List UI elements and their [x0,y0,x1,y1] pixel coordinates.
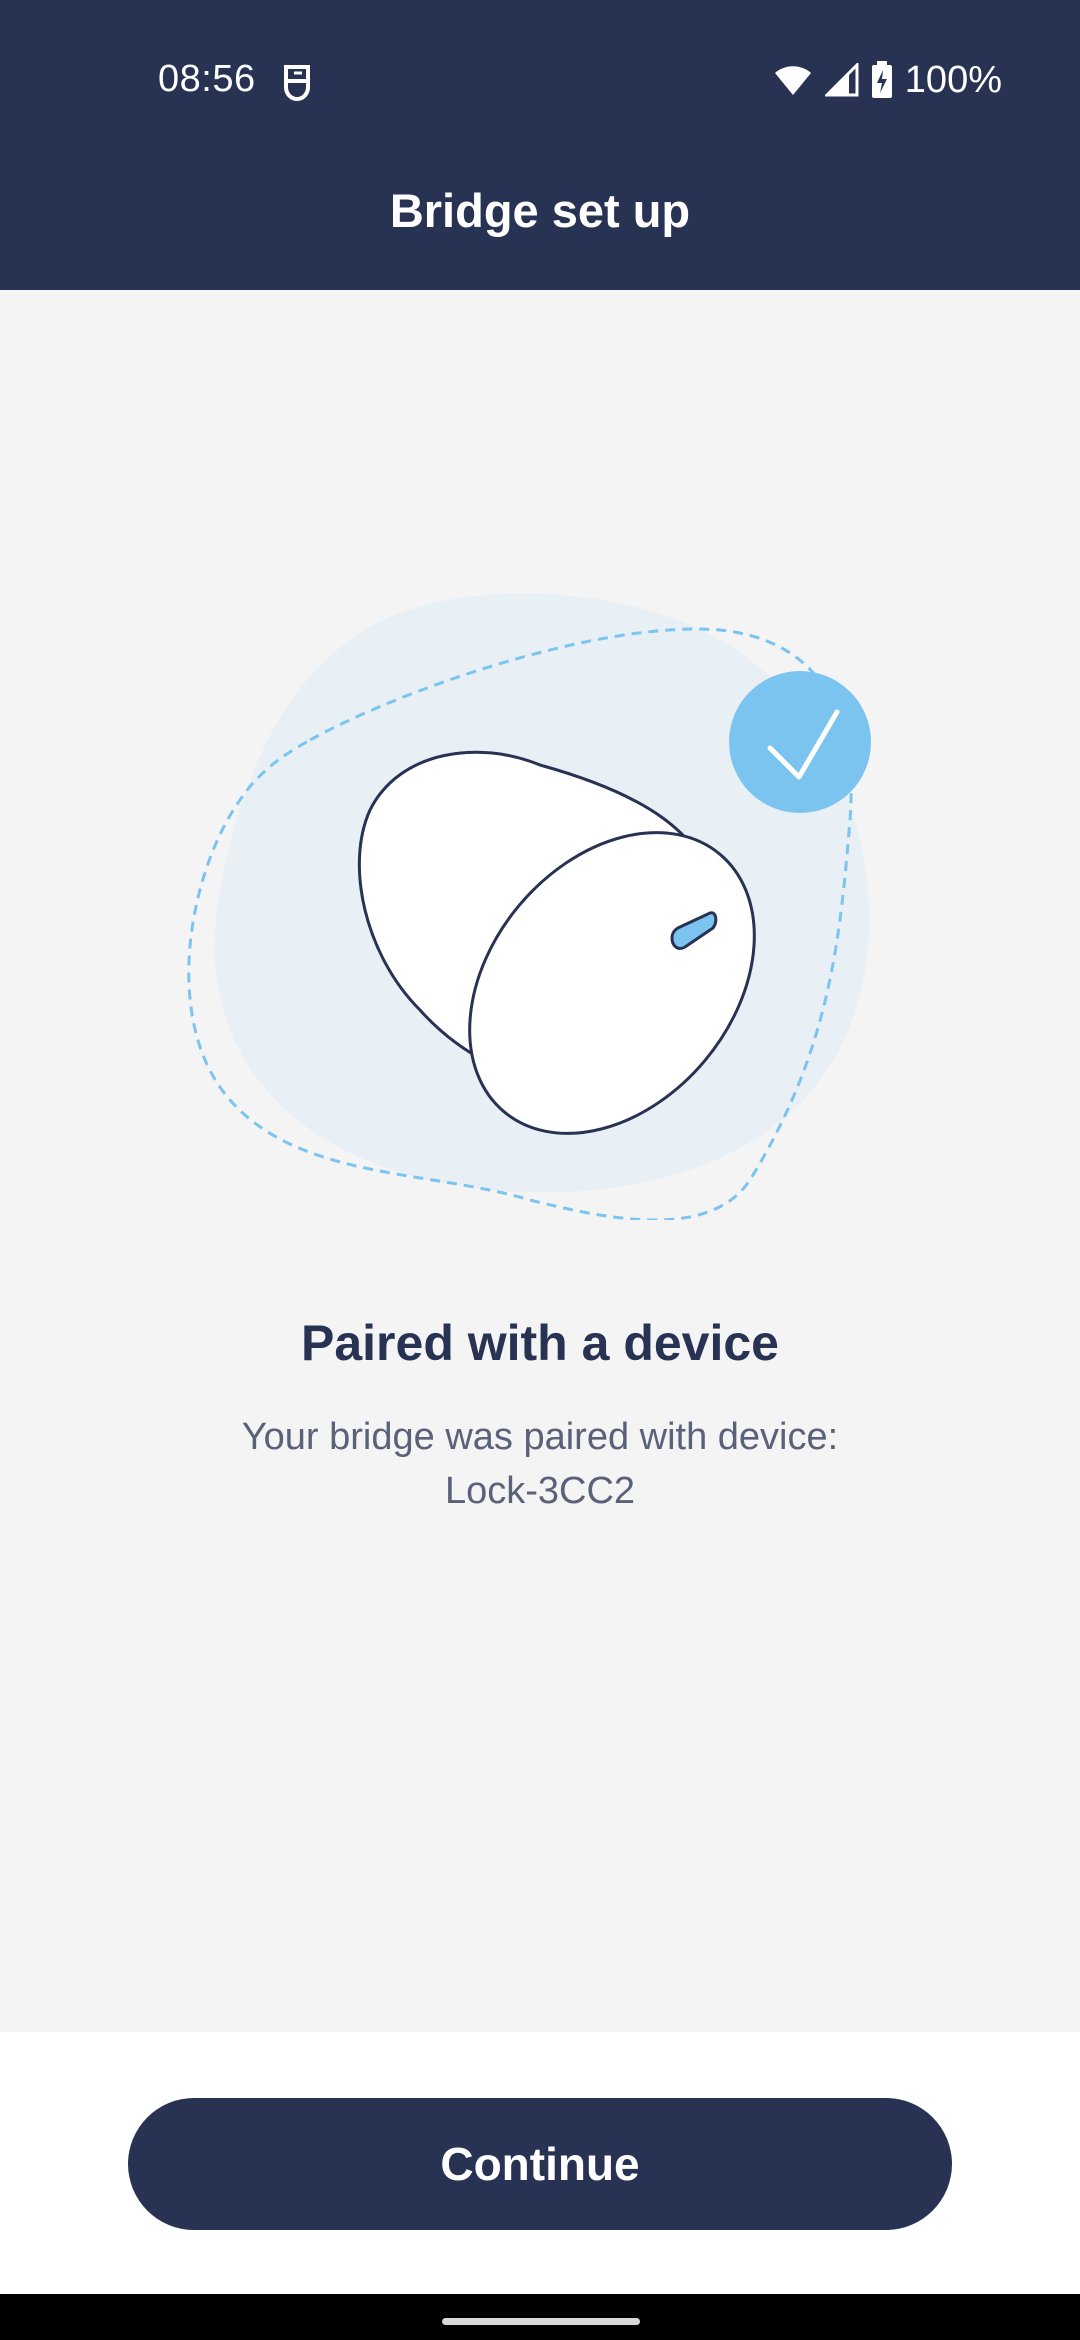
page-title: Bridge set up [389,184,691,237]
home-indicator[interactable] [442,2318,640,2325]
lock-device-illustration [187,593,871,1220]
wifi-icon [774,66,811,95]
top-app-bar: 08:56 100% Bridge set up [0,0,1080,290]
battery-percentage: 100% [904,58,1002,101]
signal-icon [824,63,859,97]
battery-charging-icon [871,61,892,98]
paired-headline: Paired with a device [301,1315,779,1371]
device-name: Lock-3CC2 [444,1470,636,1512]
screen: 08:56 100% Bridge set up Paired with a d… [0,0,1080,2340]
status-icons: 100% [773,58,1002,102]
continue-button[interactable]: Continue [128,2098,952,2230]
check-badge [729,671,871,813]
paired-description: Your bridge was paired with device: Lock… [180,1410,900,1518]
description-line-1: Your bridge was paired with device: [241,1416,839,1458]
accessibility-icon [284,65,310,102]
status-time: 08:56 [158,58,256,100]
system-navigation-bar [0,2294,1080,2340]
